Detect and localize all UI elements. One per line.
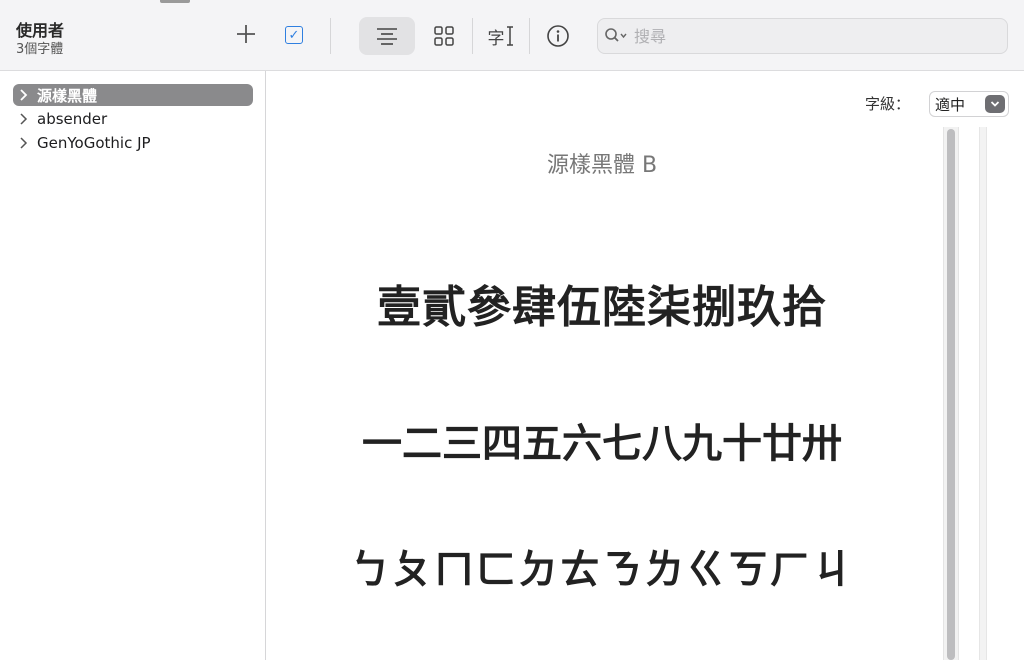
sample-text-line: 一二三四五六七八九十廿卅 [362,421,842,467]
secondary-scrollbar[interactable] [979,127,987,660]
size-select[interactable]: 適中 [929,91,1009,117]
sample-text-line: ㄅㄆㄇㄈㄉㄊㄋㄌㄍㄎㄏㄐ [350,547,854,593]
sidebar: 源樣黑體 absender GenYoGothic JP [0,71,266,660]
sidebar-item-font-family[interactable]: GenYoGothic JP [13,132,253,154]
validate-font-button[interactable]: ✓ [282,23,306,47]
chevron-right-icon[interactable] [19,137,35,149]
sample-view-button[interactable] [359,17,415,55]
info-icon [547,25,569,47]
sidebar-item-font-family[interactable]: 源樣黑體 [13,84,253,106]
size-select-value: 適中 [935,95,966,114]
sidebar-item-label: GenYoGothic JP [37,134,151,152]
toolbar-divider [472,18,473,54]
toolbar-divider [330,18,331,54]
scrollbar-thumb[interactable] [947,129,955,660]
chevron-right-icon[interactable] [19,89,35,101]
vertical-scrollbar[interactable] [943,127,959,660]
font-info-button[interactable] [543,20,573,52]
sample-view-icon [377,28,397,45]
toolbar-divider [529,18,530,54]
checkbox-icon: ✓ [285,26,303,44]
collection-font-count: 3個字體 [16,42,64,57]
grid-view-icon [434,26,454,46]
grid-view-button[interactable] [428,20,460,52]
font-preview-pane: 字級： 適中 源樣黑體 B 壹貳參肆伍陸柒捌玖拾 一二三四五六七八九十廿卅 ㄅㄆ… [267,71,1024,660]
window-edge-marker [160,0,190,3]
sidebar-item-font-family[interactable]: absender [13,108,253,130]
sample-text-line: 壹貳參肆伍陸柒捌玖拾 [377,282,827,333]
search-icon[interactable] [604,26,630,46]
add-font-button[interactable] [232,20,260,48]
font-name-heading: 源樣黑體 B [546,153,658,178]
custom-text-view-button[interactable]: 字 [484,20,518,52]
plus-icon [237,25,255,43]
toolbar: 使用者 3個字體 ✓ 字 [0,0,1024,71]
search-field[interactable] [597,18,1008,54]
custom-text-icon: 字 [488,24,515,49]
sidebar-item-label: absender [37,110,108,128]
search-input[interactable] [634,26,994,46]
size-label: 字級： [865,95,911,113]
sidebar-item-label: 源樣黑體 [37,86,98,105]
chevron-down-icon[interactable] [985,95,1005,113]
chevron-right-icon[interactable] [19,113,35,125]
custom-text-glyph: 字 [487,28,505,49]
